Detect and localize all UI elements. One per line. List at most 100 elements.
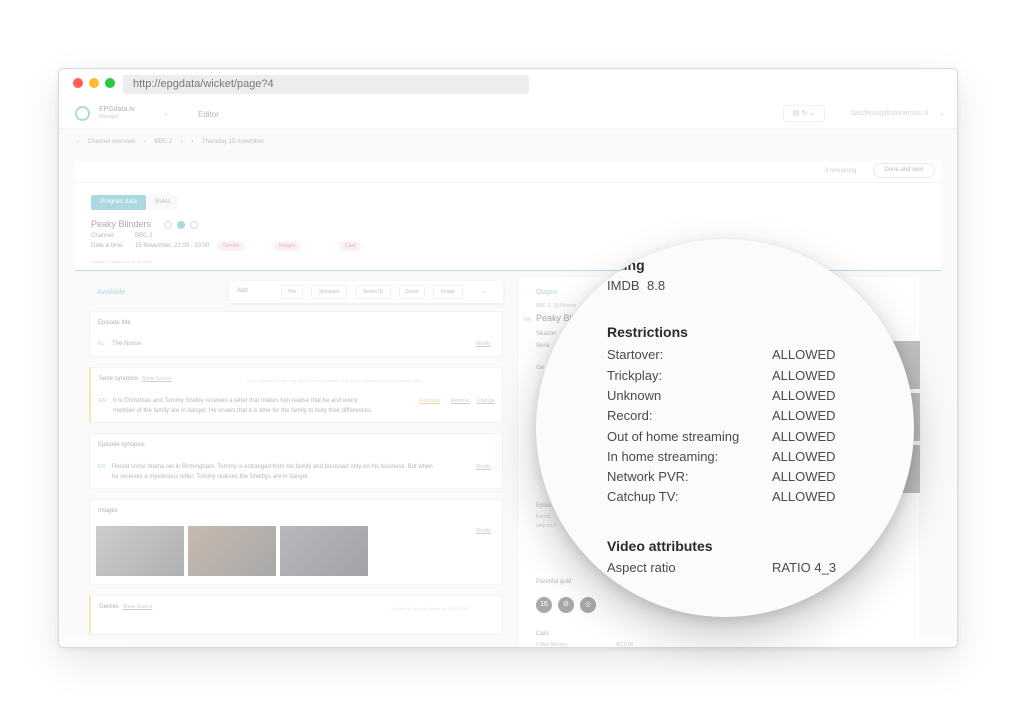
violence-icon: ⚙ <box>558 597 574 613</box>
serie-synopsis-title: Serie synopsis <box>99 376 139 382</box>
chevron-down-icon[interactable]: ⌄ <box>163 109 169 117</box>
brand-sub: Manager <box>99 114 119 120</box>
restriction-value: ALLOWED <box>772 388 836 403</box>
restriction-value: ALLOWED <box>772 469 836 484</box>
modify-link[interactable]: Modify <box>476 528 491 534</box>
channel-label: Channel: <box>91 233 116 239</box>
images-pill[interactable]: Images <box>273 241 302 251</box>
breadcrumb: ‹ Channel overview ‹ BBC 2 ‹ › Thursday … <box>77 139 271 145</box>
breadcrumb-channel[interactable]: BBC 2 <box>155 139 172 145</box>
serie-synopsis-box: Serie synopsis Show Source Bulk: Seasons:… <box>89 367 503 423</box>
restriction-label: Out of home streaming <box>607 429 740 444</box>
episode-synopsis-heading: Episode synopsis <box>98 442 145 448</box>
done-and-next-button[interactable]: Done and next <box>873 163 935 178</box>
restriction-value: ALLOWED <box>772 347 836 362</box>
modify-link[interactable]: Modify <box>476 464 491 470</box>
modify-link[interactable]: Modify <box>476 341 491 347</box>
chevron-left-icon[interactable]: ‹ <box>77 139 79 145</box>
serie-synopsis-line-1: It is Christmas and Tommy Shelby receive… <box>113 398 358 404</box>
add-series-id-button[interactable]: Series ID <box>355 285 391 299</box>
chevron-down-icon[interactable]: ⌄ <box>809 110 815 117</box>
restriction-value: ALLOWED <box>772 489 836 504</box>
version-info: Version 3 Checked up 11-06-2020 <box>91 259 152 264</box>
show-source-link[interactable]: Show Source <box>142 376 172 382</box>
document-icon[interactable]: ▤ <box>793 110 800 117</box>
genres-heading: Genres Show Source <box>99 604 152 610</box>
genre-label: Ge <box>536 365 545 371</box>
restriction-value: ALLOWED <box>772 429 836 444</box>
chevron-down-icon[interactable]: ⌄ <box>939 109 945 117</box>
action-bar: 3 remaining Done and next <box>75 161 941 183</box>
language-tag: EN <box>98 464 105 470</box>
restrictions-heading: Restrictions <box>607 324 688 340</box>
section-title: Editor <box>198 110 219 119</box>
cast-role: ACTOR <box>616 642 634 648</box>
breadcrumb-channel-overview[interactable]: Channel overview <box>88 139 136 145</box>
status-icon[interactable] <box>177 221 185 229</box>
imdb-label: IMDB <box>607 278 640 293</box>
program-card: Program data Rules Peaky Blinders Channe… <box>75 183 941 271</box>
add-toolbar: Add Title Synopsis Series ID Genre Image… <box>229 281 503 303</box>
add-synopsis-button[interactable]: Synopsis <box>311 285 347 299</box>
chevron-left-icon[interactable]: ‹ <box>181 139 183 145</box>
episode-synopsis-line-1: Period crime drama set in Birmingham. To… <box>112 464 433 470</box>
image-thumbnail[interactable] <box>96 526 184 576</box>
eye-icon[interactable] <box>164 221 172 229</box>
chevron-left-icon: ‹ <box>144 139 147 145</box>
address-bar[interactable]: http://epgdata/wicket/page?4 <box>123 75 529 94</box>
output-heading: Output <box>536 289 558 296</box>
images-box: Images Modify <box>89 499 503 585</box>
language-tag: EN <box>524 317 531 323</box>
automate-link[interactable]: Automate <box>419 398 440 404</box>
cast-name: Cillian Murphy <box>536 642 568 648</box>
show-source-link[interactable]: Show Source <box>123 604 153 610</box>
change-link[interactable]: Change <box>477 398 495 404</box>
browser-titlebar: http://epgdata/wicket/page?4 <box>59 69 957 99</box>
imdb-value: 8.8 <box>647 278 666 293</box>
episode-title-value: The Noose <box>112 341 142 347</box>
tab-rules[interactable]: Rules <box>148 195 178 210</box>
header-icon-group[interactable]: ▤ ↻ ⌄ <box>783 105 825 122</box>
datetime-label: Date & time: <box>91 243 125 249</box>
genres-pill[interactable]: Genres <box>217 241 246 251</box>
images-heading: Images <box>98 508 118 514</box>
breadcrumb-date: Thursday 15 november <box>201 139 264 145</box>
output-subline: BBC 2, 15 Novem <box>536 303 577 309</box>
chevron-right-icon[interactable]: › <box>191 139 193 145</box>
hide-icon[interactable] <box>190 221 198 229</box>
add-image-button[interactable]: Image <box>433 285 463 299</box>
minimize-window-button[interactable] <box>89 78 99 88</box>
episode-label: Episo <box>536 503 552 509</box>
episode-title-box: Episode title NL The Noose Modify <box>89 311 503 357</box>
stage: http://epgdata/wicket/page?4 EPGdata.tv … <box>0 0 1016 720</box>
genres-title: Genres <box>99 604 119 610</box>
program-title: Peaky Blinders <box>91 219 152 229</box>
language-tag: EN <box>99 398 106 404</box>
remove-link[interactable]: Remove <box>451 398 470 404</box>
remaining-count: 3 remaining <box>825 168 857 174</box>
cast-pill[interactable]: Cast <box>339 241 362 251</box>
episode-line-1: Period <box>536 514 551 520</box>
add-title-button[interactable]: Title <box>281 285 303 299</box>
cast-label: Cast <box>536 631 549 637</box>
season-label: Season <box>536 331 557 337</box>
restriction-label: Network PVR: <box>607 469 689 484</box>
restriction-label: Trickplay: <box>607 368 663 383</box>
tab-program-data[interactable]: Program data <box>91 195 146 210</box>
episode-line-2: only on h <box>536 523 557 529</box>
close-window-button[interactable] <box>73 78 83 88</box>
add-genre-button[interactable]: Genre <box>399 285 425 299</box>
refresh-icon[interactable]: ↻ <box>801 110 807 117</box>
genres-box: Genres Show Source Modified by Manual Cha… <box>89 595 503 635</box>
image-thumbnail[interactable] <box>188 526 276 576</box>
user-menu[interactable]: basdejong@stoneroos.nl <box>851 110 929 117</box>
rating-heading: ting <box>619 257 645 273</box>
restriction-label: Startover: <box>607 347 664 362</box>
aspect-ratio-value: RATIO 4_3 <box>772 560 837 575</box>
logo-icon <box>75 106 90 121</box>
video-attributes-heading: Video attributes <box>607 538 713 554</box>
parental-label: Parental guid <box>536 579 572 585</box>
chevron-down-icon[interactable]: ⌄ <box>481 287 487 295</box>
image-thumbnail[interactable] <box>280 526 368 576</box>
maximize-window-button[interactable] <box>105 78 115 88</box>
